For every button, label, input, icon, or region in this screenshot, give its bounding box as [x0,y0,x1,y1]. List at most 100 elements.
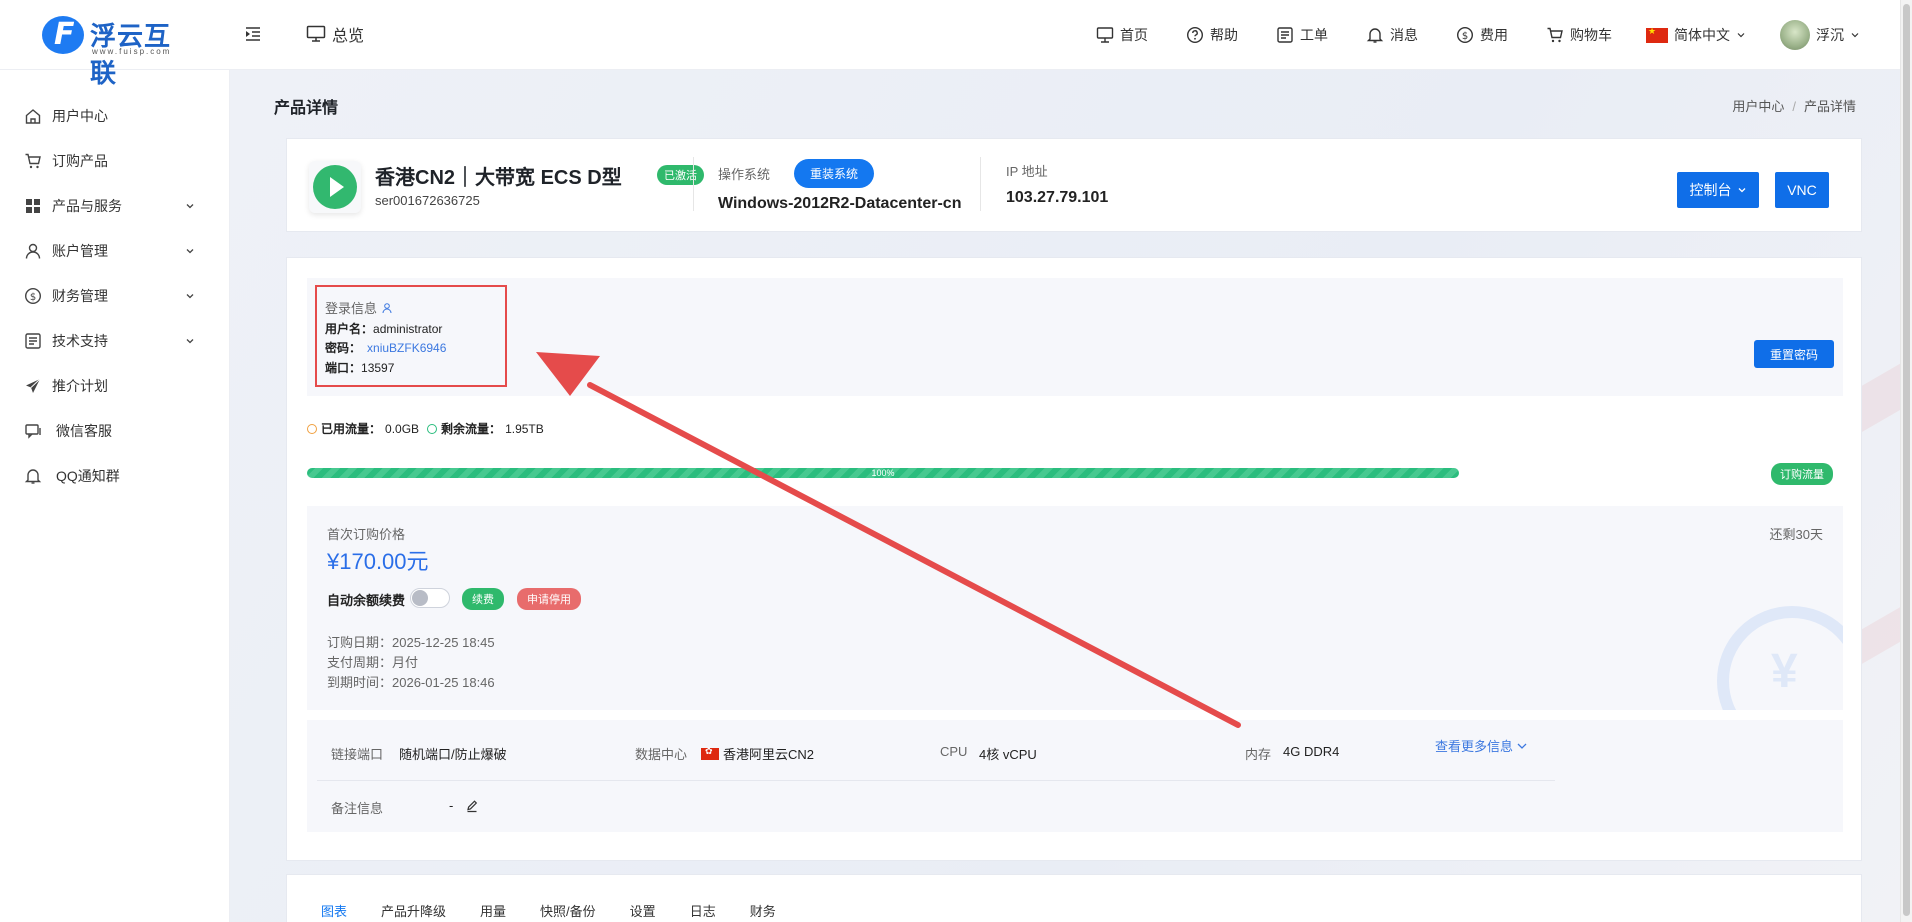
vnc-button[interactable]: VNC [1775,172,1829,208]
tab-upgrade[interactable]: 产品升降级 [381,901,446,920]
password-row: 密码： xniuBZFK6946 [325,339,446,356]
password-key: 密码： [325,341,362,355]
product-header-card: 香港CN2｜大带宽 ECS D型 已激活 ser001672636725 操作系… [286,138,1862,232]
datacenter-text: 香港阿里云CN2 [723,747,815,762]
divider [317,780,1555,781]
cpu-text: 4核 vCPU [979,747,1037,762]
username-key: 用户名： [325,322,374,336]
reset-password-button[interactable]: 重置密码 [1754,340,1834,368]
product-name: 香港CN2｜大带宽 ECS D型 [375,167,622,189]
sidebar-item-label: 推介计划 [52,378,108,394]
page-scrollbar[interactable] [1900,0,1912,922]
nav-messages[interactable]: 消息 [1366,25,1418,45]
user-menu[interactable]: 浮沉 [1780,20,1860,50]
nav-home[interactable]: 首页 [1096,25,1148,45]
sidebar-item-label: 账户管理 [52,243,108,259]
sidebar-item-qq-group[interactable]: QQ通知群 [24,462,206,490]
os-value: Windows-2012R2-Datacenter-cn [718,195,962,212]
tab-logs[interactable]: 日志 [690,901,716,920]
tab-snapshot[interactable]: 快照/备份 [540,901,596,920]
hong-kong-flag-icon [701,746,719,760]
user-icon [382,302,392,313]
auto-renew-toggle[interactable] [410,588,450,608]
sidebar-item-referral[interactable]: 推介计划 [24,372,206,400]
language-select[interactable]: 简体中文 [1646,25,1746,45]
chevron-down-icon [1737,33,1745,38]
bell-icon [1366,28,1384,43]
nav-messages-label: 消息 [1390,27,1418,43]
port-row: 端口：13597 [325,359,394,376]
ip-label: IP 地址 [1006,164,1048,179]
user-name: 浮沉 [1816,27,1844,43]
nav-ticket[interactable]: 工单 [1276,25,1328,45]
breadcrumb-user-center[interactable]: 用户中心 [1732,99,1784,114]
tabs-card: 图表 产品升降级 用量 快照/备份 设置 日志 财务 [286,874,1862,922]
ip-value: 103.27.79.101 [1006,189,1109,206]
tab-usage[interactable]: 用量 [480,901,506,920]
sidebar-item-products-services[interactable]: 产品与服务 [24,192,206,220]
play-icon [309,161,361,213]
china-flag-icon [1646,26,1668,43]
nav-help[interactable]: 帮助 [1186,25,1238,45]
sidebar-item-label: 用户中心 [52,108,108,124]
used-traffic-indicator [307,423,317,434]
user-icon [25,243,41,259]
chevron-down-icon [186,249,194,254]
nav-cart[interactable]: 购物车 [1546,25,1612,45]
sidebar-item-support[interactable]: 技术支持 [24,327,206,355]
nav-fees[interactable]: $ 费用 [1456,25,1508,45]
sidebar-item-wechat[interactable]: 微信客服 [24,417,206,445]
chevron-down-icon [1517,743,1527,749]
svg-text:$: $ [1462,31,1468,42]
logo[interactable]: 浮云互联 www.fuisp.com [42,14,192,89]
product-id: ser001672636725 [375,193,480,208]
sidebar-item-order-product[interactable]: 订购产品 [24,147,206,175]
buy-traffic-button[interactable]: 订购流量 [1771,463,1833,485]
sidebar-item-label: 订购产品 [52,153,108,169]
tab-finance[interactable]: 财务 [750,901,776,920]
status-badge: 已激活 [657,165,704,185]
top-nav: 首页 帮助 工单 消息 $ 费用 购物车 简体中文 浮沉 [1058,0,1860,70]
used-traffic-value: 0.0GB [385,421,420,436]
menu-collapse-icon[interactable] [244,25,262,43]
help-icon [1186,26,1204,44]
auto-renew-label: 自动余额续费 [327,593,406,608]
divider [693,157,694,211]
used-traffic-label: 已用流量： [321,422,382,436]
expire-date: 到期时间：2026-01-25 18:46 [327,675,495,690]
tab-settings[interactable]: 设置 [630,901,656,920]
view-more-link[interactable]: 查看更多信息 [1435,736,1528,755]
overview-link[interactable]: 总览 [306,22,364,46]
login-info-title-text: 登录信息 [325,301,378,316]
sidebar-item-finance[interactable]: $ 财务管理 [24,282,206,310]
bell-icon [24,469,42,484]
password-value[interactable]: xniuBZFK6946 [367,341,446,355]
dollar-icon: $ [24,287,42,305]
console-button[interactable]: 控制台 [1677,172,1759,208]
remaining-traffic-indicator [427,423,438,434]
cpu-label: CPU [940,744,968,759]
logo-mark-icon [42,16,84,54]
renew-button[interactable]: 续费 [462,588,504,610]
reinstall-button[interactable]: 重装系统 [794,159,875,188]
monitor-icon [306,25,326,42]
console-label: 控制台 [1689,182,1732,198]
order-date: 订购日期：2025-12-25 18:45 [327,635,495,650]
edit-icon[interactable] [465,799,479,813]
port-key: 端口： [325,361,362,375]
sidebar-item-label: QQ通知群 [56,468,120,484]
view-more-label: 查看更多信息 [1435,739,1514,754]
product-details-card: 登录信息 用户名：administrator 密码： xniuBZFK6946 端… [286,257,1862,861]
memory-text: 4G DDR4 [1283,744,1340,759]
sidebar-item-user-center[interactable]: 用户中心 [24,102,206,130]
tab-chart[interactable]: 图表 [321,901,347,920]
sidebar-item-account[interactable]: 账户管理 [24,237,206,265]
chat-icon [25,424,41,439]
scrollbar-thumb[interactable] [1903,4,1910,916]
sidebar-item-label: 财务管理 [52,288,108,304]
days-remaining: 还剩30天 [1769,527,1823,542]
billing-panel: 首次订购价格 ¥170.00元 还剩30天 自动余额续费 续费 申请停用 订购日… [307,506,1843,710]
home-icon [25,109,41,124]
login-info-panel: 登录信息 用户名：administrator 密码： xniuBZFK6946 端… [307,278,1843,396]
request-stop-button[interactable]: 申请停用 [517,588,581,610]
